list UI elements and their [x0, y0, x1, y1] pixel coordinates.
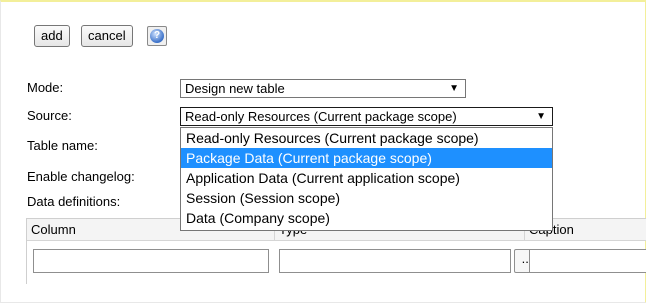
source-option[interactable]: Data (Company scope) [181, 208, 552, 228]
help-icon: ? [150, 29, 164, 43]
source-option[interactable]: Read-only Resources (Current package sco… [181, 128, 552, 148]
source-select[interactable]: Read-only Resources (Current package sco… [180, 107, 553, 126]
cancel-button[interactable]: cancel [81, 25, 133, 47]
column-name-input[interactable] [33, 249, 269, 273]
chevron-down-icon: ▼ [536, 111, 546, 122]
mode-label: Mode: [27, 80, 64, 95]
source-option-highlighted[interactable]: Package Data (Current package scope) [181, 148, 552, 168]
add-button[interactable]: add [34, 25, 70, 47]
source-label: Source: [27, 108, 72, 123]
changelog-label: Enable changelog: [27, 169, 135, 184]
source-option[interactable]: Application Data (Current application sc… [181, 168, 552, 188]
data-definitions-label: Data definitions: [27, 194, 121, 209]
mode-select-value: Design new table [185, 81, 285, 96]
caption-input[interactable] [529, 249, 646, 273]
type-input[interactable] [279, 249, 511, 273]
help-button[interactable]: ? [147, 26, 167, 46]
source-select-value: Read-only Resources (Current package sco… [185, 109, 457, 124]
table-name-label: Table name: [27, 138, 98, 153]
source-dropdown-list[interactable]: Read-only Resources (Current package sco… [180, 127, 553, 231]
source-option[interactable]: Session (Session scope) [181, 188, 552, 208]
chevron-down-icon: ▼ [449, 83, 459, 94]
mode-select[interactable]: Design new table ▼ [180, 79, 466, 98]
